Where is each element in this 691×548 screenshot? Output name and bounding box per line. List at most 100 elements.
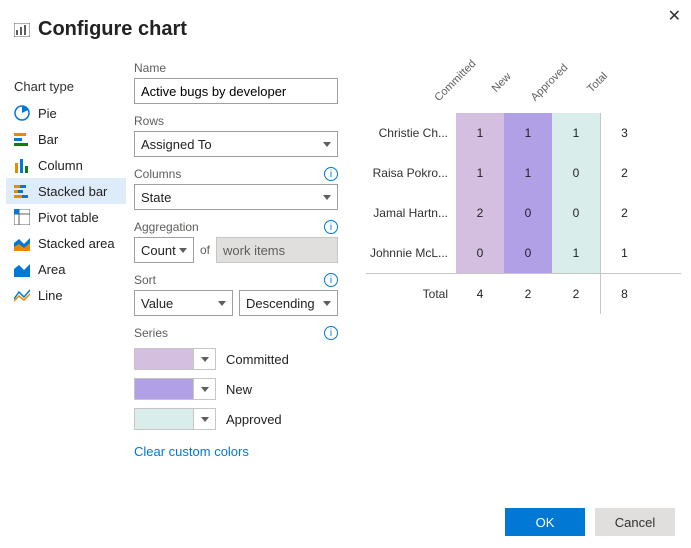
area-icon xyxy=(14,261,30,277)
chart-icon xyxy=(14,23,30,37)
series-color-swatch xyxy=(134,378,194,400)
pie-icon xyxy=(14,105,30,121)
pivot-total-cell: 4 xyxy=(456,274,504,314)
chart-type-stacked-area[interactable]: Stacked area xyxy=(6,230,126,256)
chevron-down-icon xyxy=(201,357,209,362)
rows-label: Rows xyxy=(134,114,164,128)
pivot-cell: 2 xyxy=(600,193,648,233)
series-label-text: Approved xyxy=(226,412,282,427)
pivot-total-row: Total4228 xyxy=(366,273,681,313)
pivot-row: Jamal Hartn...2002 xyxy=(366,193,681,233)
column-icon xyxy=(14,157,30,173)
dialog-title: Configure chart xyxy=(38,18,187,41)
series-color-picker[interactable] xyxy=(194,348,216,370)
pivot-cell: 1 xyxy=(600,233,648,273)
pivot-row: Johnnie McL...0011 xyxy=(366,233,681,273)
chart-type-area[interactable]: Area xyxy=(6,256,126,282)
bar-icon xyxy=(14,131,30,147)
chevron-down-icon xyxy=(179,248,187,253)
pivot-cell: 0 xyxy=(504,193,552,233)
pivot-cell: 0 xyxy=(552,193,600,233)
series-color-picker[interactable] xyxy=(194,378,216,400)
stacked-area-icon xyxy=(14,235,30,251)
name-label: Name xyxy=(134,61,166,75)
config-form: Name Rows Assigned To Columns i State Agg… xyxy=(126,51,346,459)
pivot-cell: 1 xyxy=(552,233,600,273)
pivot-row-label: Raisa Pokro... xyxy=(366,166,456,180)
chart-type-label-text: Bar xyxy=(38,132,58,147)
series-color-picker[interactable] xyxy=(194,408,216,430)
info-icon[interactable]: i xyxy=(324,273,338,287)
sort-by-select[interactable]: Value xyxy=(134,290,233,316)
pivot-cell: 2 xyxy=(600,153,648,193)
pivot-cell: 2 xyxy=(456,193,504,233)
chevron-down-icon xyxy=(201,417,209,422)
info-icon[interactable]: i xyxy=(324,220,338,234)
series-row: Committed xyxy=(134,348,338,370)
chart-type-label-text: Stacked bar xyxy=(38,184,107,199)
chart-type-pie[interactable]: Pie xyxy=(6,100,126,126)
sort-by-value: Value xyxy=(141,296,173,311)
chart-type-label-text: Stacked area xyxy=(38,236,115,251)
pivot-cell: 0 xyxy=(552,153,600,193)
chart-type-label-text: Pie xyxy=(38,106,57,121)
chart-type-column[interactable]: Column xyxy=(6,152,126,178)
info-icon[interactable]: i xyxy=(324,167,338,181)
chart-type-line[interactable]: Line xyxy=(6,282,126,308)
pivot-table-preview: CommittedNewApprovedTotal Christie Ch...… xyxy=(366,57,681,313)
columns-value: State xyxy=(141,190,171,205)
pivot-table-icon xyxy=(14,209,30,225)
pivot-total-cell: 2 xyxy=(552,274,600,314)
ok-button[interactable]: OK xyxy=(505,508,585,536)
sort-direction-value: Descending xyxy=(246,296,315,311)
series-color-swatch xyxy=(134,408,194,430)
chart-type-label-text: Pivot table xyxy=(38,210,99,225)
sort-direction-select[interactable]: Descending xyxy=(239,290,338,316)
pivot-cell: 1 xyxy=(456,153,504,193)
series-row: New xyxy=(134,378,338,400)
pivot-cell: 1 xyxy=(504,153,552,193)
aggregation-value: Count xyxy=(141,243,176,258)
rows-select[interactable]: Assigned To xyxy=(134,131,338,157)
clear-custom-colors-link[interactable]: Clear custom colors xyxy=(134,444,338,459)
pivot-row: Raisa Pokro...1102 xyxy=(366,153,681,193)
chevron-down-icon xyxy=(323,142,331,147)
chevron-down-icon xyxy=(323,195,331,200)
chart-type-bar[interactable]: Bar xyxy=(6,126,126,152)
chart-preview: CommittedNewApprovedTotal Christie Ch...… xyxy=(346,51,681,459)
name-field[interactable] xyxy=(134,78,338,104)
of-label: of xyxy=(200,243,210,257)
series-label-text: Committed xyxy=(226,352,289,367)
chevron-down-icon xyxy=(201,387,209,392)
columns-select[interactable]: State xyxy=(134,184,338,210)
pivot-row-label: Jamal Hartn... xyxy=(366,206,456,220)
chart-type-label-text: Column xyxy=(38,158,83,173)
chart-type-stacked-bar[interactable]: Stacked bar xyxy=(6,178,126,204)
pivot-total-cell: 2 xyxy=(504,274,552,314)
pivot-cell: 0 xyxy=(456,233,504,273)
series-row: Approved xyxy=(134,408,338,430)
chart-type-label: Chart type xyxy=(6,79,126,94)
pivot-cell: 0 xyxy=(504,233,552,273)
chevron-down-icon xyxy=(218,301,226,306)
dialog-footer: OK Cancel xyxy=(505,508,675,536)
dialog-header: Configure chart xyxy=(0,0,691,51)
series-color-swatch xyxy=(134,348,194,370)
line-icon xyxy=(14,287,30,303)
stacked-bar-icon xyxy=(14,183,30,199)
aggregation-select[interactable]: Count xyxy=(134,237,194,263)
chart-type-label-text: Line xyxy=(38,288,63,303)
info-icon[interactable]: i xyxy=(324,326,338,340)
aggregation-label: Aggregation xyxy=(134,220,199,234)
pivot-total-cell: 8 xyxy=(600,274,648,314)
pivot-row-label: Christie Ch... xyxy=(366,126,456,140)
cancel-button[interactable]: Cancel xyxy=(595,508,675,536)
series-label-text: New xyxy=(226,382,252,397)
close-icon[interactable]: ✕ xyxy=(668,6,681,26)
chevron-down-icon xyxy=(323,301,331,306)
work-items-readonly: work items xyxy=(216,237,338,263)
chart-type-pivot-table[interactable]: Pivot table xyxy=(6,204,126,230)
columns-label: Columns xyxy=(134,167,181,181)
pivot-row-label: Johnnie McL... xyxy=(366,246,456,260)
series-label: Series xyxy=(134,326,168,340)
